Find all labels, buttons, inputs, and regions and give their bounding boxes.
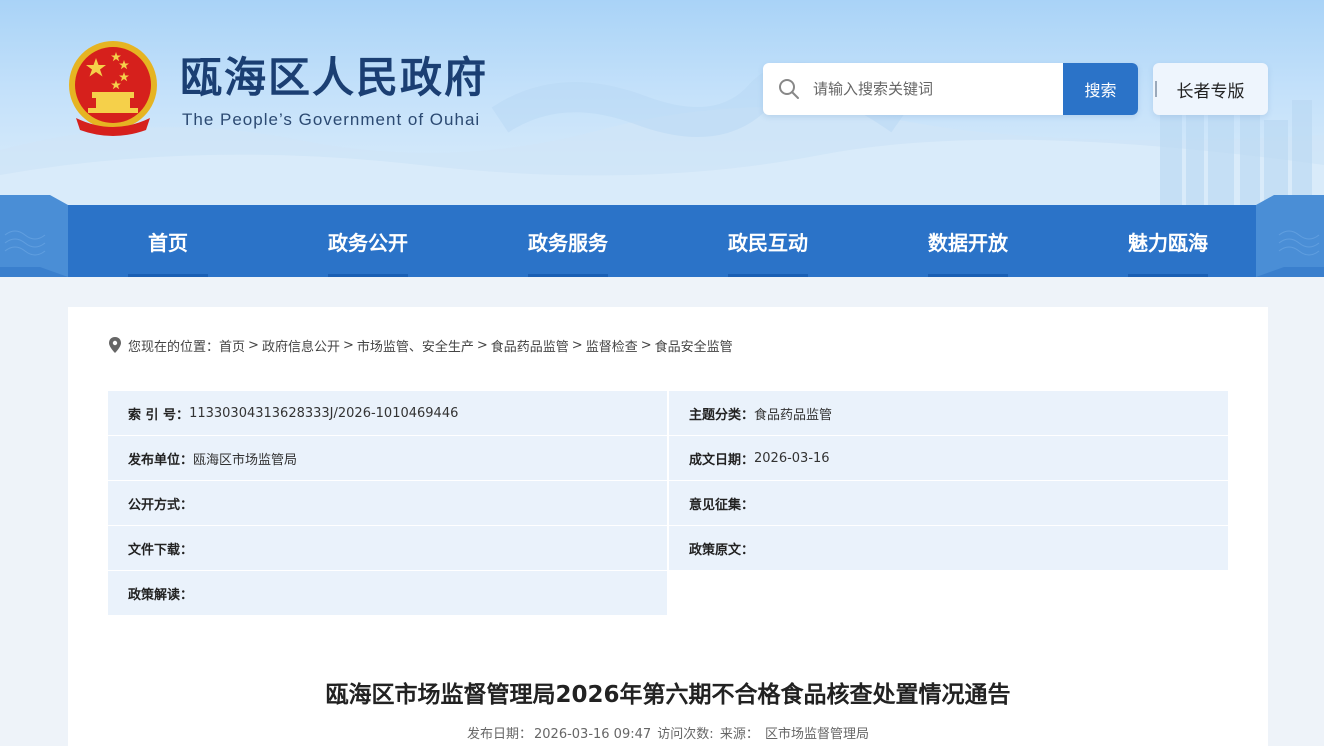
- search-input[interactable]: [813, 63, 1063, 115]
- table-row: 发布单位： 瓯海区市场监管局 成文日期： 2026-03-16: [108, 436, 1228, 481]
- breadcrumb: 您现在的位置： 首页 > 政府信息公开 > 市场监管、安全生产 > 食品药品监管 > 监…: [108, 335, 733, 355]
- nav-item-label: 魅力瓯海: [1128, 230, 1208, 255]
- nav-item-charm-ouhai[interactable]: 魅力瓯海: [1068, 205, 1268, 277]
- nav-item-open-data[interactable]: 数据开放: [868, 205, 1068, 277]
- site-header: 瓯海区人民政府 The People’s Government of Ouhai…: [0, 0, 1324, 205]
- breadcrumb-separator: >: [342, 337, 354, 353]
- breadcrumb-separator: >: [248, 337, 259, 353]
- content-panel: 您现在的位置： 首页 > 政府信息公开 > 市场监管、安全生产 > 食品药品监管 > 监…: [68, 307, 1268, 746]
- index-number-value: 11330304313628333J/2026-1010469446: [189, 405, 459, 421]
- breadcrumb-separator: >: [476, 337, 488, 353]
- breadcrumb-link-inspection[interactable]: 监督检查: [586, 336, 638, 355]
- policy-interpretation-cell: 政策解读：: [108, 571, 667, 615]
- nav-item-label: 政民互动: [728, 230, 808, 255]
- nav-underline: [128, 274, 208, 277]
- nav-item-label: 首页: [148, 230, 188, 255]
- publisher-label: 发布单位：: [128, 452, 194, 468]
- index-number-label: 索 引 号：: [128, 407, 190, 423]
- source-value: 区市场监督管理局: [764, 727, 869, 742]
- nav-underline: [1128, 274, 1208, 277]
- table-row: 文件下载： 政策原文：: [108, 526, 1228, 571]
- document-date-label: 成文日期：: [689, 452, 755, 468]
- document-date-value: 2026-03-16: [754, 450, 830, 466]
- nav-underline: [528, 274, 608, 277]
- breadcrumb-link-food-drug[interactable]: 食品药品监管: [491, 336, 569, 355]
- index-number-cell: 索 引 号： 11330304313628333J/2026-1010469446: [108, 391, 667, 435]
- site-title: 瓯海区人民政府: [180, 53, 489, 102]
- divider: [1155, 81, 1157, 97]
- file-download-cell: 文件下载：: [108, 526, 667, 570]
- file-download-label: 文件下载：: [128, 542, 194, 558]
- nav-item-interaction[interactable]: 政民互动: [668, 205, 868, 277]
- table-row: 公开方式： 意见征集：: [108, 481, 1228, 526]
- nav-menu: 首页 政务公开 政务服务 政民互动 数据开放 魅力瓯海: [68, 205, 1268, 277]
- nav-item-label: 政务服务: [528, 230, 608, 255]
- topic-category-label: 主题分类：: [689, 407, 755, 423]
- breadcrumb-separator: >: [640, 337, 652, 353]
- opinion-solicitation-cell: 意见征集：: [669, 481, 1228, 525]
- publish-date-label: 发布日期：: [466, 727, 532, 742]
- nav-underline: [928, 274, 1008, 277]
- policy-interpretation-label: 政策解读：: [128, 587, 194, 603]
- policy-original-label: 政策原文：: [689, 542, 755, 558]
- main-navigation-bar: 首页 政务公开 政务服务 政民互动 数据开放 魅力瓯海: [0, 195, 1324, 277]
- table-row: 政策解读：: [108, 571, 1228, 616]
- opinion-solicitation-label: 意见征集：: [689, 497, 755, 513]
- elder-mode-label: 长者专版: [1176, 81, 1245, 102]
- visit-count-label: 访问次数:: [657, 727, 714, 742]
- topic-category-value: 食品药品监管: [754, 407, 833, 423]
- breadcrumb-prefix: 您现在的位置：: [128, 339, 220, 355]
- location-pin-icon: [109, 337, 121, 353]
- document-metadata-table: 索 引 号： 11330304313628333J/2026-1010469446…: [108, 391, 1228, 616]
- nav-underline: [328, 274, 408, 277]
- breadcrumb-link-gov-info[interactable]: 政府信息公开: [262, 336, 340, 355]
- search-bar: 搜索: [763, 63, 1138, 115]
- article-title: 瓯海区市场监督管理局2026年第六期不合格食品核查处置情况通告: [325, 682, 1011, 708]
- table-row: 索 引 号： 11330304313628333J/2026-1010469446…: [108, 391, 1228, 436]
- breadcrumb-link-home[interactable]: 首页: [219, 336, 245, 355]
- nav-item-label: 政务公开: [328, 230, 408, 255]
- search-icon: [779, 79, 799, 99]
- disclosure-method-cell: 公开方式：: [108, 481, 667, 525]
- empty-cell: [669, 571, 1228, 615]
- nav-item-home[interactable]: 首页: [68, 205, 268, 277]
- publisher-cell: 发布单位： 瓯海区市场监管局: [108, 436, 667, 480]
- breadcrumb-link-market-safety[interactable]: 市场监管、安全生产: [357, 336, 474, 355]
- nav-item-government-services[interactable]: 政务服务: [468, 205, 668, 277]
- site-subtitle: The People’s Government of Ouhai: [182, 110, 481, 129]
- breadcrumb-link-food-safety[interactable]: 食品安全监管: [655, 336, 733, 355]
- national-emblem-logo: [69, 41, 157, 136]
- nav-item-government-affairs-open[interactable]: 政务公开: [268, 205, 468, 277]
- publisher-value: 瓯海区市场监管局: [193, 452, 298, 468]
- publish-date-value: 2026-03-16 09:47: [534, 727, 652, 742]
- nav-item-label: 数据开放: [928, 230, 1008, 255]
- topic-category-cell: 主题分类： 食品药品监管: [669, 391, 1228, 435]
- disclosure-method-label: 公开方式：: [128, 497, 194, 513]
- search-button[interactable]: 搜索: [1063, 63, 1138, 115]
- article-meta: 发布日期： 2026-03-16 09:47 访问次数: 来源： 区市场监督管理局: [68, 723, 1268, 742]
- elder-mode-button[interactable]: 长者专版: [1153, 63, 1268, 115]
- source-label: 来源：: [719, 727, 759, 742]
- document-date-cell: 成文日期： 2026-03-16: [669, 436, 1228, 480]
- policy-original-cell: 政策原文：: [669, 526, 1228, 570]
- nav-underline: [728, 274, 808, 277]
- breadcrumb-separator: >: [571, 337, 583, 353]
